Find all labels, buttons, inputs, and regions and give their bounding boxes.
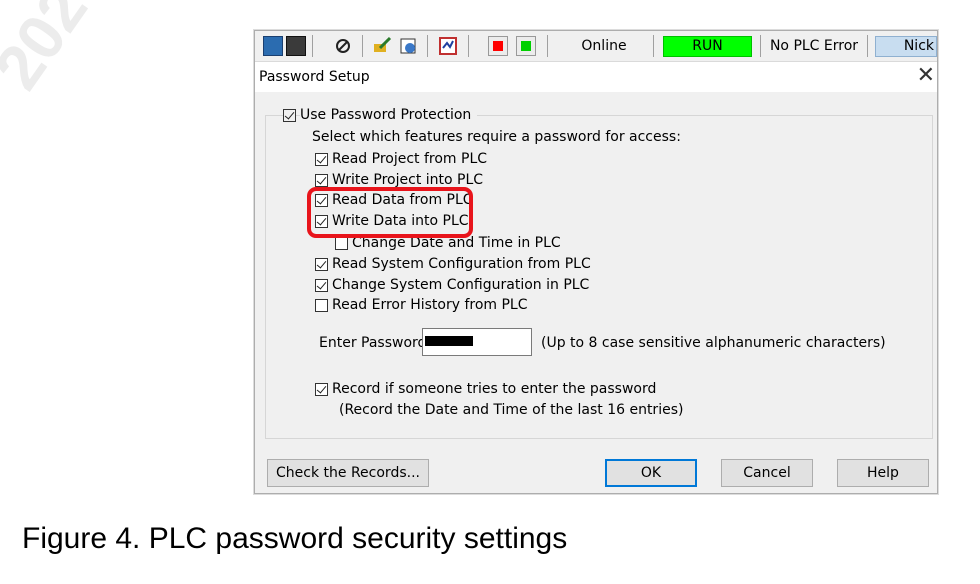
use-password-label: Use Password Protection [300,107,478,123]
toolbar: Online RUN No PLC Error Nick [255,31,937,62]
highlight-annotation [307,187,473,238]
status-user: Nick [875,36,937,57]
ladder-stop-icon[interactable] [286,36,306,56]
password-label: Enter Password: [319,335,432,351]
toolbar-separator [760,35,761,57]
toolbar-separator [468,35,469,57]
record-attempts-checkbox[interactable] [315,383,328,396]
option-change-sysconfig-checkbox[interactable] [315,279,328,292]
check-records-button[interactable]: Check the Records... [267,459,429,487]
option-write-project-checkbox[interactable] [315,174,328,187]
password-masked-value [425,336,473,346]
password-hint: (Up to 8 case sensitive alphanumeric cha… [541,335,886,351]
password-input[interactable] [422,328,532,356]
status-online: Online [581,38,627,54]
option-read-project-checkbox[interactable] [315,153,328,166]
dialog-titlebar: Password Setup ✕ [255,62,937,92]
option-change-date-checkbox[interactable] [335,237,348,250]
toolbar-separator [547,35,548,57]
option-read-sysconfig-checkbox[interactable] [315,258,328,271]
option-write-project-label: Write Project into PLC [332,172,484,188]
instructions-text: Select which features require a password… [312,129,681,145]
plc-window: Online RUN No PLC Error Nick Password Se… [254,30,938,494]
figure-caption: Figure 4. PLC password security settings [22,522,568,555]
watermark: 2020 The [0,0,198,102]
option-read-error-history-label: Read Error History from PLC [332,297,528,313]
download-icon[interactable] [398,36,418,56]
use-password-checkbox[interactable] [283,109,296,122]
stop-icon[interactable] [488,36,508,56]
toolbar-separator [653,35,654,57]
close-icon[interactable]: ✕ [917,65,935,87]
monitor-icon[interactable] [438,36,458,56]
edit-icon[interactable] [372,36,392,56]
record-attempts-label: Record if someone tries to enter the pas… [332,381,657,397]
toolbar-separator [867,35,868,57]
toolbar-separator [312,35,313,57]
help-button[interactable]: Help [837,459,929,487]
cancel-button[interactable]: Cancel [721,459,813,487]
ladder-run-icon[interactable] [263,36,283,56]
option-read-sysconfig-label: Read System Configuration from PLC [332,256,591,272]
option-change-sysconfig-label: Change System Configuration in PLC [332,277,590,293]
toolbar-separator [427,35,428,57]
status-error: No PLC Error [769,38,859,54]
toolbar-separator [362,35,363,57]
option-read-project-label: Read Project from PLC [332,151,488,167]
status-run: RUN [663,36,752,57]
link-icon[interactable] [333,36,353,56]
record-note: (Record the Date and Time of the last 16… [339,402,684,418]
dialog-title: Password Setup [259,69,370,85]
run-icon[interactable] [516,36,536,56]
ok-button[interactable]: OK [605,459,697,487]
option-read-error-history-checkbox[interactable] [315,299,328,312]
